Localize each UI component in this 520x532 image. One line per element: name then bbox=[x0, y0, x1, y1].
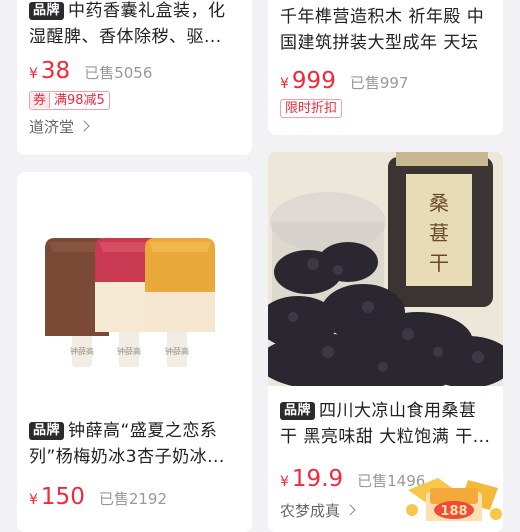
stick-text: 钟薛高 bbox=[70, 346, 94, 356]
price-row: ¥ 38 已售5056 bbox=[29, 58, 152, 84]
badge-number: 188 bbox=[440, 504, 467, 519]
coupon-tag: 券满98减5 bbox=[29, 91, 110, 110]
price-row: ¥ 999 已售997 bbox=[280, 68, 408, 94]
product-title: 品牌 中药香囊礼盒装，化湿醒脾、香体除秽、驱... bbox=[17, 0, 252, 50]
currency-symbol: ¥ bbox=[280, 474, 289, 490]
price: 19.9 bbox=[291, 466, 344, 492]
svg-text:葚: 葚 bbox=[429, 221, 449, 245]
product-card-sachet[interactable]: 品牌 中药香囊礼盒装，化湿醒脾、香体除秽、驱... ¥ 38 已售5056 券满9… bbox=[17, 0, 252, 155]
svg-text:干: 干 bbox=[429, 251, 449, 275]
coupon-text: 满98减5 bbox=[54, 93, 105, 108]
mulberry-illustration: 桑 葚 干 bbox=[268, 152, 503, 393]
product-title: 千年榫营造积木 祈年殿 中国建筑拼装大型成年 天坛 bbox=[280, 7, 485, 53]
product-card-ice-cream[interactable]: 钟薛高 钟薛高 钟薛高 品牌 钟薛高“盛夏之恋系列”杨梅奶冰3杏子奶冰... ¥ … bbox=[17, 172, 252, 532]
price: 38 bbox=[40, 58, 71, 84]
currency-symbol: ¥ bbox=[280, 76, 289, 92]
stick-text: 钟薛高 bbox=[117, 346, 141, 356]
svg-text:桑: 桑 bbox=[429, 191, 449, 215]
currency-symbol: ¥ bbox=[29, 66, 38, 82]
stick-text: 钟薛高 bbox=[165, 346, 189, 356]
product-image: 钟薛高 钟薛高 钟薛高 bbox=[17, 172, 252, 405]
price: 150 bbox=[40, 484, 85, 510]
price-row: ¥ 150 已售2192 bbox=[29, 484, 167, 510]
product-image: 桑 葚 干 bbox=[268, 152, 503, 393]
shop-name: 道济堂 bbox=[29, 118, 75, 136]
sold-count: 已售997 bbox=[349, 74, 409, 92]
brand-badge: 品牌 bbox=[29, 422, 65, 440]
product-title: 品牌 四川大凉山食用桑葚干 黑亮味甜 大粒饱满 干... bbox=[268, 398, 503, 450]
ice-cream-illustration: 钟薛高 钟薛高 钟薛高 bbox=[45, 238, 215, 367]
shop-link[interactable]: 农梦成真 bbox=[280, 500, 356, 521]
brand-badge: 品牌 bbox=[280, 402, 316, 420]
price: 999 bbox=[291, 68, 336, 94]
chevron-right-icon bbox=[78, 120, 90, 132]
product-title: 品牌 钟薛高“盛夏之恋系列”杨梅奶冰3杏子奶冰... bbox=[17, 418, 252, 470]
shop-name: 农梦成真 bbox=[280, 502, 341, 520]
chevron-right-icon bbox=[344, 504, 356, 516]
sold-count: 已售5056 bbox=[84, 64, 153, 82]
coupon-label: 券 bbox=[30, 93, 51, 108]
product-card-building-blocks[interactable]: 千年榫营造积木 祈年殿 中国建筑拼装大型成年 天坛 ¥ 999 已售997 限时… bbox=[268, 0, 503, 135]
currency-symbol: ¥ bbox=[29, 492, 38, 508]
discount-tag: 限时折扣 bbox=[280, 99, 343, 118]
sold-count: 已售2192 bbox=[98, 490, 168, 508]
brand-badge: 品牌 bbox=[29, 2, 65, 20]
gift-icon: 188 bbox=[406, 478, 502, 521]
red-packet-badge[interactable]: 188 bbox=[398, 470, 508, 521]
shop-link[interactable]: 道济堂 bbox=[29, 116, 90, 137]
